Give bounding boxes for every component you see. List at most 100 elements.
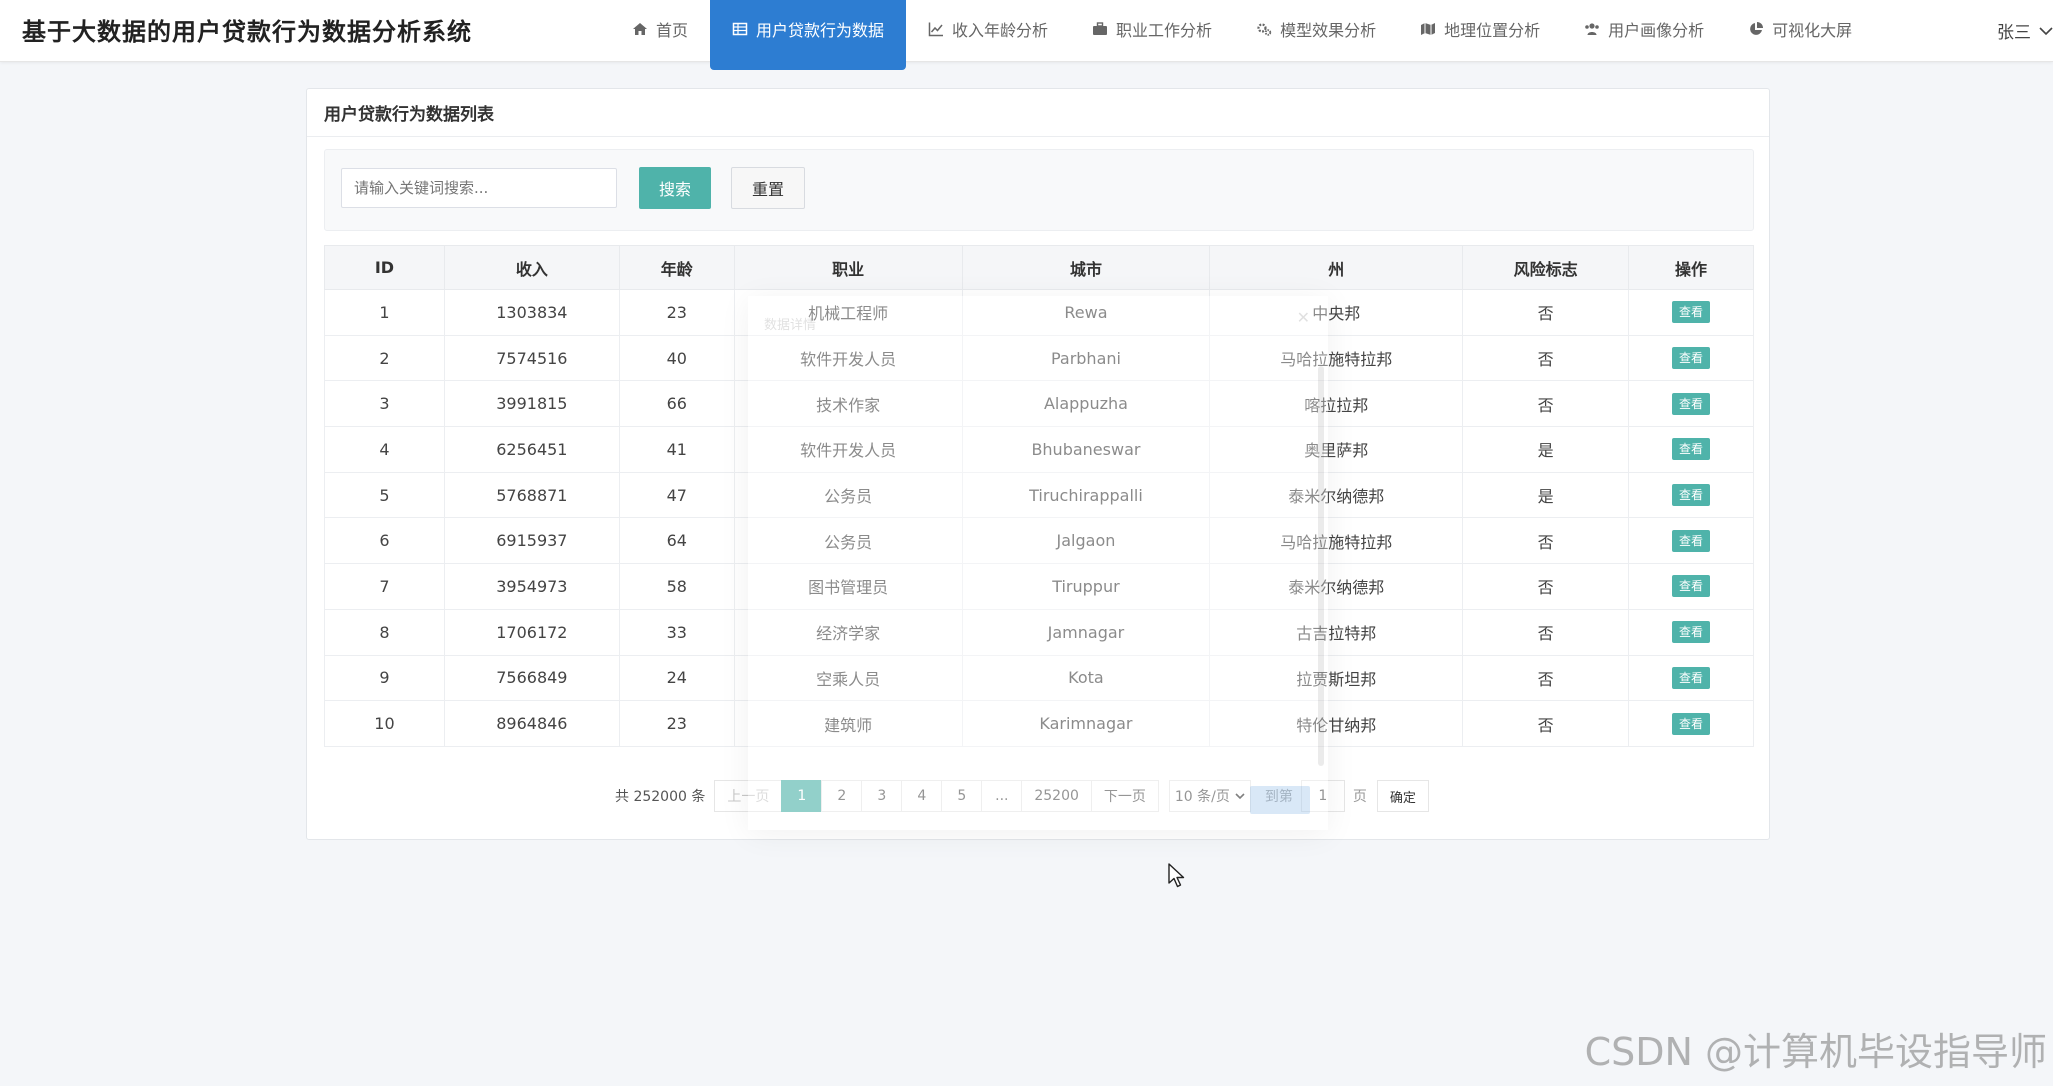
cell-risk-flag: 否 <box>1462 334 1630 382</box>
cell-id: 1 <box>324 289 445 336</box>
cell-city: Jamnagar <box>961 608 1211 656</box>
cell-risk-flag: 否 <box>1462 654 1630 702</box>
cell-city: Alappuzha <box>961 380 1211 428</box>
users-icon <box>1585 23 1599 35</box>
cell-occupation: 机械工程师 <box>733 289 963 336</box>
page-3-button[interactable]: 3 <box>861 780 903 812</box>
header-income: 收入 <box>443 245 620 290</box>
cell-action: 查看 <box>1628 471 1754 519</box>
cell-risk-flag: 是 <box>1462 426 1630 473</box>
view-button[interactable]: 查看 <box>1672 484 1711 507</box>
nav-item-model[interactable]: 模型效果分析 <box>1234 0 1398 58</box>
mouse-cursor-icon <box>1168 863 1185 888</box>
watermark: CSDN @计算机毕设指导师 <box>1584 1030 2047 1074</box>
cell-id: 3 <box>324 380 445 428</box>
search-bar: 搜索 重置 <box>324 149 1754 231</box>
nav-item-occupation[interactable]: 职业工作分析 <box>1070 0 1234 58</box>
cell-age: 66 <box>618 380 735 428</box>
cell-occupation: 技术作家 <box>733 380 963 428</box>
view-button[interactable]: 查看 <box>1672 621 1711 644</box>
cell-income: 3991815 <box>443 380 620 428</box>
goto-confirm-button[interactable]: 确定 <box>1376 780 1429 812</box>
view-button[interactable]: 查看 <box>1672 575 1711 598</box>
goto-page-input[interactable]: 1 <box>1300 780 1345 812</box>
cell-city: Tiruchirappalli <box>961 471 1211 519</box>
page-ellipsis: ... <box>981 780 1023 812</box>
cell-age: 23 <box>618 700 735 747</box>
view-button[interactable]: 查看 <box>1672 712 1711 735</box>
total-count: 共 252000 条 <box>615 789 706 805</box>
nav-item-geo[interactable]: 地理位置分析 <box>1398 0 1562 58</box>
table-header-row: ID 收入 年龄 职业 城市 州 风险标志 操作 <box>324 245 1754 290</box>
cell-city: Bhubaneswar <box>961 426 1211 473</box>
cell-action: 查看 <box>1628 563 1754 610</box>
cell-occupation: 空乘人员 <box>733 654 963 702</box>
cell-income: 6256451 <box>443 426 620 473</box>
cell-income: 1706172 <box>443 608 620 656</box>
cell-action: 查看 <box>1628 608 1754 656</box>
cell-id: 7 <box>324 563 445 610</box>
table-icon <box>732 22 748 36</box>
nav-item-home[interactable]: 首页 <box>610 0 710 58</box>
nav-item-income-age[interactable]: 收入年龄分析 <box>906 0 1070 58</box>
cell-risk-flag: 是 <box>1462 471 1630 519</box>
view-button[interactable]: 查看 <box>1672 347 1711 370</box>
chevron-down-icon <box>1235 793 1245 800</box>
cell-occupation: 图书管理员 <box>733 563 963 610</box>
page-2-button[interactable]: 2 <box>821 780 863 812</box>
page-1-button[interactable]: 1 <box>781 780 823 812</box>
header-action: 操作 <box>1628 245 1754 290</box>
cell-state: 中央邦 <box>1209 289 1464 336</box>
gears-icon <box>1257 23 1272 36</box>
user-name: 张三 <box>1997 23 2031 43</box>
cell-state: 泰米尔纳德邦 <box>1209 471 1464 519</box>
cell-income: 7574516 <box>443 334 620 382</box>
goto-label: 到第 <box>1264 789 1293 805</box>
cell-id: 9 <box>324 654 445 702</box>
table-row: 9 7566849 24 空乘人员 Kota 拉贾斯坦邦否 查看 <box>324 654 1754 702</box>
nav-item-dashboard[interactable]: 可视化大屏 <box>1726 0 1874 58</box>
page-5-button[interactable]: 5 <box>941 780 983 812</box>
next-page-button[interactable]: 下一页 <box>1090 780 1159 812</box>
nav-label: 用户画像分析 <box>1608 21 1705 40</box>
cell-risk-flag: 否 <box>1462 700 1630 747</box>
header-occupation: 职业 <box>733 245 963 290</box>
cell-occupation: 公务员 <box>733 471 963 519</box>
cell-state: 喀拉拉邦 <box>1209 380 1464 428</box>
cell-state: 古吉拉特邦 <box>1209 608 1464 656</box>
cell-id: 6 <box>324 517 445 565</box>
user-menu[interactable]: 张三 <box>1997 18 2053 43</box>
cell-income: 8964846 <box>443 700 620 747</box>
view-button[interactable]: 查看 <box>1672 666 1711 689</box>
page-size-select[interactable]: 10 条/页 <box>1168 780 1251 812</box>
cell-id: 2 <box>324 334 445 382</box>
main-nav: 首页 用户贷款行为数据 收入年龄分析 职业工作分析 模型效果分析 地理位置分析 … <box>610 0 1874 70</box>
cell-occupation: 建筑师 <box>733 700 963 747</box>
last-page-button[interactable]: 25200 <box>1021 780 1092 812</box>
cell-action: 查看 <box>1628 654 1754 702</box>
cell-occupation: 经济学家 <box>733 608 963 656</box>
cell-risk-flag: 否 <box>1462 608 1630 656</box>
cell-action: 查看 <box>1628 334 1754 382</box>
search-input[interactable] <box>341 168 617 208</box>
cell-city: Jalgaon <box>961 517 1211 565</box>
map-icon <box>1421 23 1436 35</box>
cell-risk-flag: 否 <box>1462 517 1630 565</box>
cell-state: 奥里萨邦 <box>1209 426 1464 473</box>
cell-action: 查看 <box>1628 700 1754 747</box>
view-button[interactable]: 查看 <box>1672 438 1711 461</box>
nav-label: 收入年龄分析 <box>952 21 1049 40</box>
search-button[interactable]: 搜索 <box>639 167 711 209</box>
page-4-button[interactable]: 4 <box>901 780 943 812</box>
view-button[interactable]: 查看 <box>1672 529 1711 552</box>
cell-action: 查看 <box>1628 380 1754 428</box>
nav-item-loan-data[interactable]: 用户贷款行为数据 <box>710 0 907 70</box>
view-button[interactable]: 查看 <box>1672 301 1711 324</box>
view-button[interactable]: 查看 <box>1672 392 1711 415</box>
cell-age: 47 <box>618 471 735 519</box>
reset-button[interactable]: 重置 <box>731 167 805 209</box>
prev-page-button[interactable]: 上一页 <box>714 780 783 812</box>
nav-label: 职业工作分析 <box>1116 21 1213 40</box>
nav-item-portrait[interactable]: 用户画像分析 <box>1562 0 1726 58</box>
table-row: 6 6915937 64 公务员 Jalgaon 马哈拉施特拉邦否 查看 <box>324 517 1754 565</box>
